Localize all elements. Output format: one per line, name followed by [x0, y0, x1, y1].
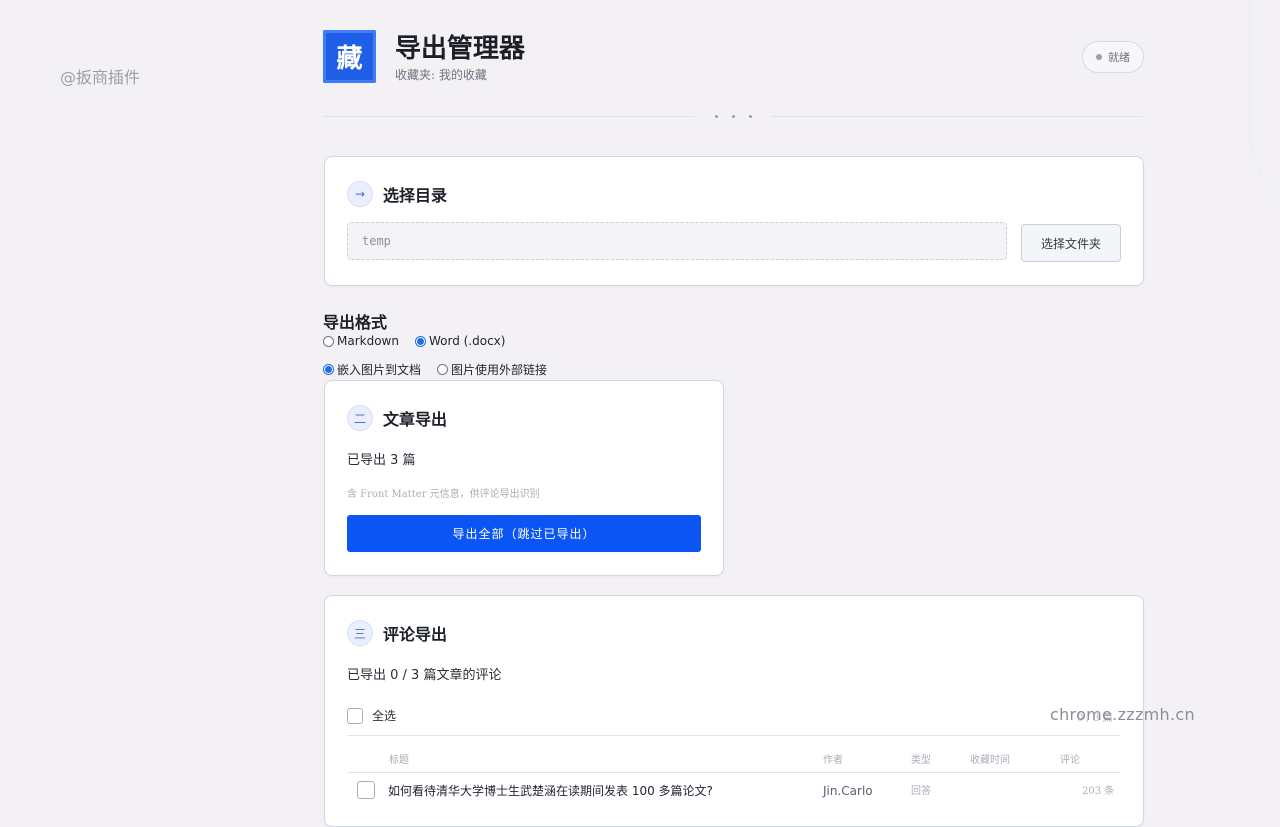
status-badge: 就绪	[1082, 41, 1144, 73]
table-row-divider	[347, 772, 1120, 773]
directory-path-field[interactable]: temp	[347, 222, 1007, 260]
watermark-right: chrome.zzzmh.cn	[1050, 705, 1195, 724]
column-header-time: 收藏时间	[970, 755, 1010, 766]
directory-card: → 选择目录 temp 选择文件夹	[324, 156, 1144, 286]
radio-docx[interactable]	[414, 335, 426, 347]
watermark-left: @扳商插件	[60, 68, 141, 87]
app-logo: 藏	[323, 30, 376, 83]
radio-markdown[interactable]	[323, 335, 334, 347]
choose-folder-button[interactable]: 选择文件夹	[1021, 224, 1121, 262]
image-option-label: 图片使用外部链接	[451, 363, 548, 377]
radio-embed-images[interactable]	[323, 364, 334, 375]
column-header-type: 类型	[911, 755, 931, 766]
format-option-label: Markdown	[337, 334, 399, 348]
format-radio-group: Markdown Word (.docx)	[323, 334, 521, 348]
row-comment-count: 203 条	[1082, 786, 1115, 797]
row-author: Jin.Carlo	[823, 784, 873, 798]
table-header-divider	[347, 735, 1120, 736]
image-radio-group: 嵌入图片到文档 图片使用外部链接	[323, 361, 563, 378]
export-all-button[interactable]: 导出全部（跳过已导出）	[347, 515, 701, 552]
step-three-badge: 三	[347, 620, 373, 646]
select-all-box[interactable]	[347, 707, 363, 724]
page-title: 导出管理器	[395, 34, 526, 64]
status-dot-icon	[1096, 54, 1102, 60]
article-card-title: 文章导出	[383, 410, 448, 429]
format-option-docx[interactable]: Word (.docx)	[414, 334, 506, 348]
favorites-subtitle: 收藏夹: 我的收藏	[395, 68, 487, 82]
export-format-label: 导出格式	[323, 313, 388, 332]
radio-external-links[interactable]	[437, 364, 449, 375]
comment-export-card: 三 评论导出 已导出 0 / 3 篇文章的评论 全选 0 / 3 篇 标题 作者…	[324, 595, 1144, 827]
background-decoration	[1249, 0, 1280, 220]
image-option-external[interactable]: 图片使用外部链接	[437, 361, 547, 378]
format-option-label: Word (.docx)	[428, 334, 506, 348]
comment-card-title: 评论导出	[383, 625, 448, 644]
article-export-count: 已导出 3 篇	[347, 453, 416, 468]
divider-dots-icon	[695, 108, 771, 124]
comment-export-count: 已导出 0 / 3 篇文章的评论	[347, 668, 502, 683]
row-checkbox[interactable]	[357, 781, 375, 799]
arrow-right-icon: →	[347, 181, 373, 207]
directory-card-title: 选择目录	[383, 186, 448, 205]
status-text: 就绪	[1108, 51, 1130, 64]
article-export-hint: 含 Front Matter 元信息，供评论导出识别	[347, 489, 540, 500]
column-header-comments: 评论	[1060, 755, 1080, 766]
image-option-embed[interactable]: 嵌入图片到文档	[323, 361, 421, 378]
select-all-checkbox[interactable]: 全选	[347, 707, 396, 724]
comment-card-header: 三 评论导出	[347, 620, 447, 646]
row-title: 如何看待清华大学博士生武楚涵在读期间发表 100 多篇论文?	[388, 784, 713, 798]
select-all-label: 全选	[372, 709, 397, 723]
directory-card-header: → 选择目录	[347, 181, 447, 207]
column-header-author: 作者	[823, 755, 843, 766]
column-header-title: 标题	[389, 755, 409, 766]
format-option-markdown[interactable]: Markdown	[323, 334, 399, 348]
article-card-header: 二 文章导出	[347, 405, 447, 431]
image-option-label: 嵌入图片到文档	[337, 363, 422, 377]
step-two-badge: 二	[347, 405, 373, 431]
article-export-card: 二 文章导出 已导出 3 篇 含 Front Matter 元信息，供评论导出识…	[324, 380, 724, 576]
row-type: 回答	[911, 786, 931, 797]
